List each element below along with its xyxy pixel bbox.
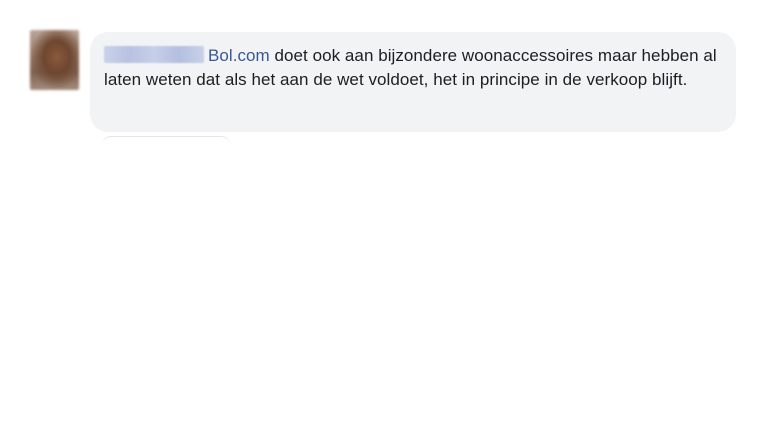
reply-box-edge: [102, 136, 230, 145]
mention-link-bol[interactable]: Bol.com: [208, 46, 270, 65]
comment-bubble: Bol.com doet ook aan bijzondere woonacce…: [90, 32, 736, 132]
comment-row: Bol.com doet ook aan bijzondere woonacce…: [30, 28, 740, 148]
avatar[interactable]: [30, 30, 79, 90]
author-name-redacted[interactable]: [104, 46, 204, 63]
comment-text: Bol.com doet ook aan bijzondere woonacce…: [104, 44, 720, 92]
